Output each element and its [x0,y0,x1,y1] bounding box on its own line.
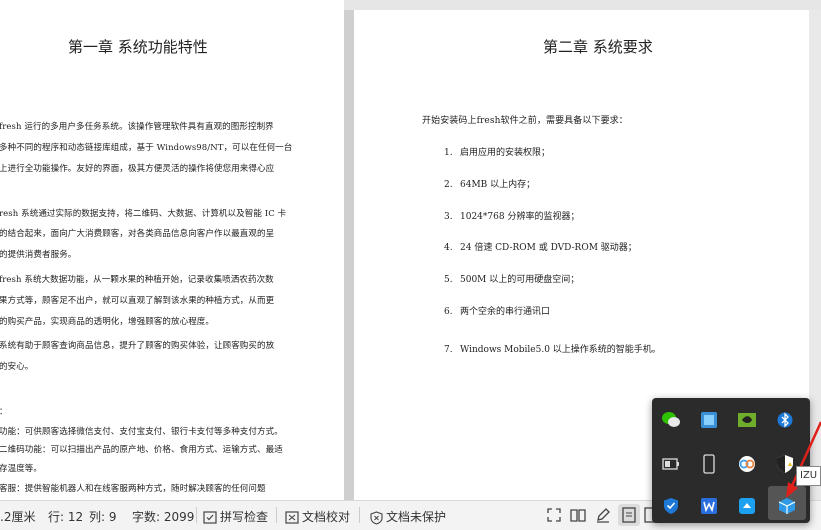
body-line: fresh 系统大数据功能，从一颗水果的种植开始，记录收集喷洒农药次数 [0,275,274,285]
requirement-item: 1. 启用应用的安装权限； [444,145,550,158]
requirement-number: 3. [444,212,453,222]
doc-proof-button[interactable]: 文档校对 [285,508,350,525]
battery-icon[interactable] [660,453,682,475]
requirements-intro: 开始安装码上fresh软件之前，需要具备以下要求： [422,116,628,126]
separator [276,507,277,523]
body-line: 上进行全功能操作。友好的界面，极其方便灵活的操作将使您用来得心应 [0,164,275,174]
requirement-number: 4. [444,243,453,253]
app-blue-icon[interactable] [698,409,720,431]
wps-icon[interactable] [698,495,720,517]
baidu-netdisk-icon[interactable] [736,453,758,475]
requirement-number: 5. [444,275,453,285]
requirement-item: 3. 1024*768 分辨率的监视器； [444,209,579,222]
read-mode-button[interactable] [570,507,586,526]
requirement-number: 6. [444,307,453,317]
cursor-position: .2厘米 [0,510,36,524]
requirement-item: 7. Windows Mobile5.0 以上操作系统的智能手机。 [444,342,661,355]
spell-check-button[interactable]: 拼写检查 [203,508,268,525]
requirement-text: 启用应用的安装权限； [460,148,551,158]
body-line: 的安心。 [0,362,34,372]
requirement-item: 2. 64MB 以上内存； [444,177,535,190]
body-line: 的购买产品，实现商品的透明化，增强顾客的放心程度。 [0,317,215,327]
phone-icon[interactable] [698,453,720,475]
pen-icon [597,508,610,523]
fullscreen-icon [547,508,561,522]
doc-protect-button[interactable]: 文档未保护 [370,508,446,525]
body-line: 的结合起来，面向广大消费顾客，对各类商品信息向客户作以最直观的呈 [0,229,275,239]
separator [196,507,197,523]
body-line: 二维码功能：可以扫描出产品的原产地、价格、食用方式、运输方式、最适 [0,445,283,455]
document-page-left: 第一章 系统功能特性 fresh 运行的多用户多任务系统。该操作管理软件具有直观… [0,0,344,500]
requirement-number: 7. [444,345,453,355]
page-gutter [344,10,354,500]
body-line: resh 系统通过实际的数据支持，将二维码、大数据、计算机以及智能 IC 卡 [0,209,287,219]
row-indicator: 行: 12 [48,510,84,524]
nvidia-icon[interactable] [736,409,758,431]
tray-tooltip: IZU [796,466,821,486]
body-line: 果方式等，顾客足不出户，就可以直观了解到该水果的种植方式，从而更 [0,296,275,306]
wechat-icon[interactable] [660,409,682,431]
body-line: 功能：可供顾客选择微信支付、支付宝支付、银行卡支付等多种支付方式。 [0,427,283,437]
cloud-icon[interactable] [736,495,758,517]
body-line: 存温度等。 [0,464,43,474]
separator [359,507,360,523]
page-icon [622,507,636,523]
body-line: 系统有助于顾客查询商品信息，提升了顾客的购买体验，让顾客购买的放 [0,341,275,351]
column-indicator: 列: 9 [89,510,117,524]
doc-protect-label: 文档未保护 [386,510,447,524]
requirement-text: 两个空余的串行通讯口 [460,307,551,317]
requirement-text: 64MB 以上内存； [460,180,536,190]
doc-proof-label: 文档校对 [302,510,351,524]
requirement-item: 5. 500M 以上的可用硬盘空间； [444,272,579,285]
page-view-button[interactable] [618,504,640,526]
body-line: 客服：提供智能机器人和在线客服两种方式，随时解决顾客的任何问题 [0,484,266,494]
spell-check-icon [203,511,217,524]
book-icon [570,509,586,522]
requirement-number: 2. [444,180,453,190]
requirement-text: 24 倍速 CD-ROM 或 DVD-ROM 驱动器； [460,243,637,253]
requirement-number: 1. [444,148,453,158]
spell-check-label: 拼写检查 [220,510,269,524]
body-line: ： [0,405,8,417]
edit-mode-button[interactable] [595,507,611,526]
body-line: 的提供消费者服务。 [0,250,77,260]
requirement-text: 1024*768 分辨率的监视器； [460,212,580,222]
defender-icon[interactable] [660,495,682,517]
chapter-title-2: 第二章 系统要求 [543,38,653,56]
doc-proof-icon [285,511,299,524]
chapter-title-1: 第一章 系统功能特性 [68,38,208,56]
fullscreen-button[interactable] [546,507,562,526]
annotation-arrow [786,421,821,498]
word-count[interactable]: 字数: 2099 [132,508,194,525]
requirement-text: Windows Mobile5.0 以上操作系统的智能手机。 [460,345,661,355]
shield-icon [370,510,383,525]
body-line: fresh 运行的多用户多任务系统。该操作管理软件具有直观的图形控制界 [0,122,274,132]
body-line: 多种不同的程序和动态链接库组成，基于 Windows98/NT，可以在任何一台 [0,143,293,153]
requirement-text: 500M 以上的可用硬盘空间； [460,275,580,285]
requirement-item: 4. 24 倍速 CD-ROM 或 DVD-ROM 驱动器； [444,240,637,253]
requirement-item: 6. 两个空余的串行通讯口 [444,304,550,317]
